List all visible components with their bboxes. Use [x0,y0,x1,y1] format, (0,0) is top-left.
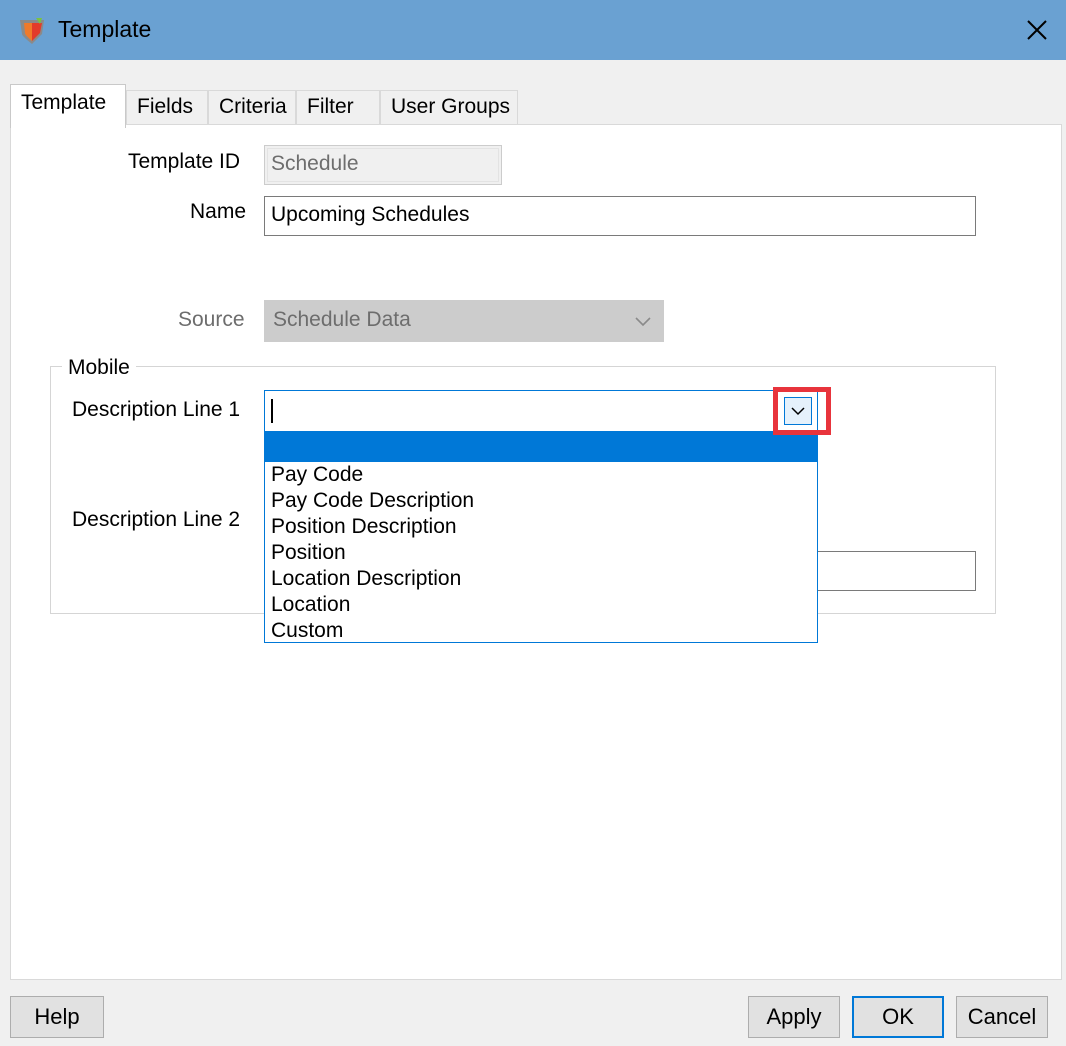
source-combo: Schedule Data [264,300,664,342]
name-field[interactable]: Upcoming Schedules [264,196,976,236]
cancel-button[interactable]: Cancel [956,996,1048,1038]
close-button[interactable] [1014,8,1060,52]
dropdown-option-position[interactable]: Position [265,540,817,566]
ok-button[interactable]: OK [852,996,944,1038]
close-icon [1027,20,1047,40]
apply-button[interactable]: Apply [748,996,840,1038]
tab-fields[interactable]: Fields [126,90,208,126]
name-label: Name [190,200,247,223]
description-line-1-dropdown-button[interactable] [784,397,812,425]
dropdown-option-position-description[interactable]: Position Description [265,514,817,540]
template-id-field[interactable]: Schedule [264,145,502,185]
tab-user-groups[interactable]: User Groups [380,90,518,126]
tab-criteria[interactable]: Criteria [208,90,296,126]
chevron-down-icon [635,317,651,327]
app-shield-icon [20,18,44,44]
description-line-1-dropdown-list[interactable]: Pay Code Pay Code Description Position D… [264,431,818,643]
dropdown-option-custom[interactable]: Custom [265,618,817,642]
name-value: Upcoming Schedules [271,203,470,226]
template-id-label: Template ID [128,150,241,173]
source-label: Source [178,308,245,331]
source-value: Schedule Data [273,308,411,331]
dropdown-option-location[interactable]: Location [265,592,817,618]
description-line-1-label: Description Line 1 [72,398,241,421]
dropdown-option-pay-code[interactable]: Pay Code [265,462,817,488]
mobile-group-label: Mobile [62,356,136,380]
template-id-value: Schedule [271,152,359,175]
tab-template[interactable]: Template [10,84,126,128]
dropdown-option-pay-code-description[interactable]: Pay Code Description [265,488,817,514]
description-line-1-combo[interactable] [264,390,818,432]
dropdown-option-blank[interactable] [265,432,817,462]
help-button[interactable]: Help [10,996,104,1038]
tab-strip: Template Fields Criteria Filter User Gro… [0,60,1066,128]
chevron-down-icon [791,407,805,416]
tab-filter[interactable]: Filter [296,90,380,126]
description-line-2-label: Description Line 2 [72,508,241,531]
window-title: Template [58,16,152,42]
text-caret [271,399,273,423]
dropdown-option-location-description[interactable]: Location Description [265,566,817,592]
title-bar: Template [0,0,1066,60]
